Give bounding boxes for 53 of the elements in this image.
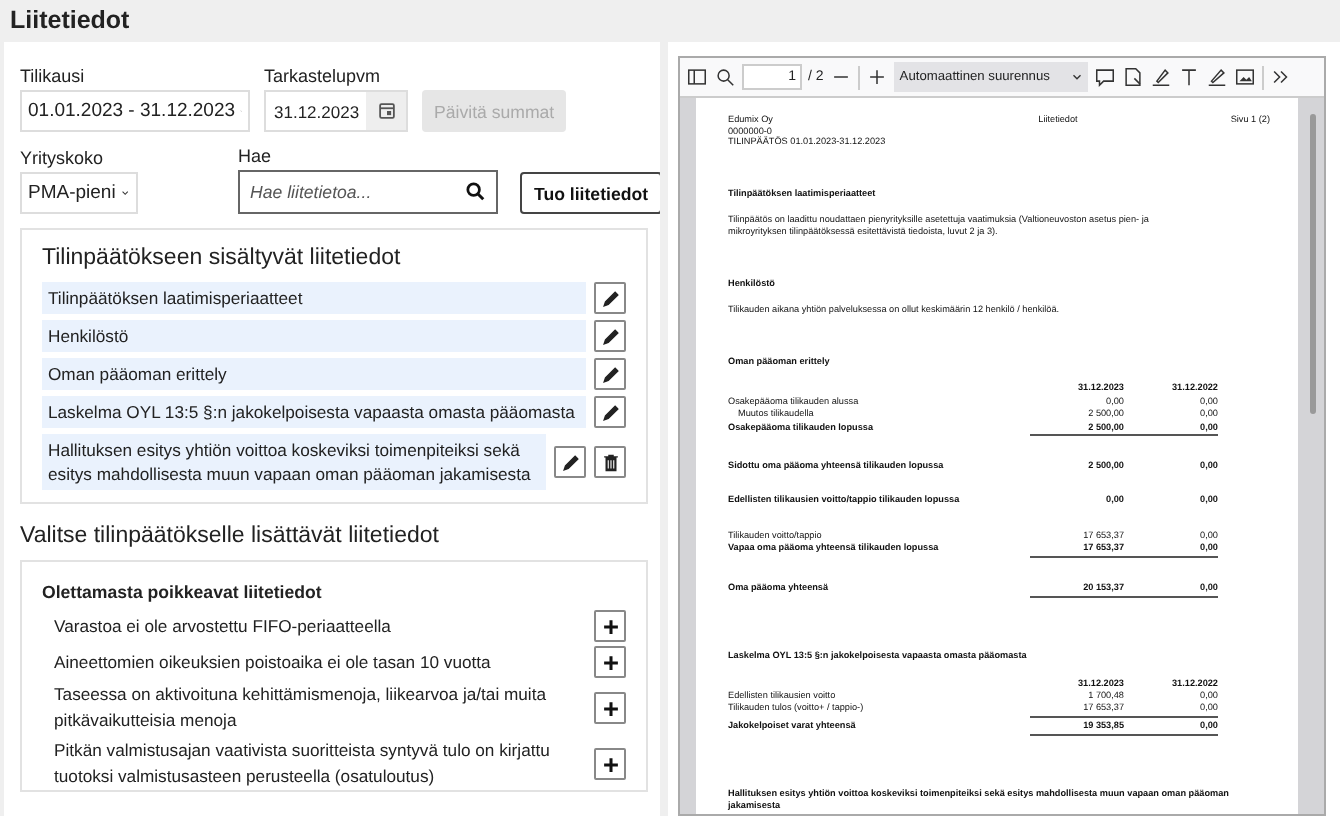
- edit-button[interactable]: [594, 320, 626, 352]
- group-title: Olettamasta poikkeavat liitetiedot: [42, 582, 324, 602]
- size-select[interactable]: PMA-pieni: [20, 172, 138, 214]
- pencil-icon: [599, 287, 621, 309]
- field-label: Tarkastelupvm: [264, 66, 383, 86]
- section-title: Tilinpäätökseen sisältyvät liitetiedot: [42, 246, 403, 270]
- pencil-icon: [559, 451, 581, 473]
- stamp-icon: [1121, 66, 1144, 88]
- comment-icon: [1093, 66, 1116, 88]
- attachment-item[interactable]: Laskelma OYL 13:5 §:n jakokelpoisesta vapaasta omasta pääomasta: [42, 396, 586, 428]
- chevrons-icon: [1269, 66, 1292, 88]
- attachment-option: Taseessa on aktivoituna kehittämismenoja, liikearvoa ja/tai muita pitkävaikutteisia menoja: [54, 682, 586, 734]
- field-label: Tilikausi: [20, 66, 87, 86]
- plus-icon: [599, 651, 621, 673]
- pencil-icon: [599, 363, 621, 385]
- add-button[interactable]: [594, 646, 626, 678]
- plus-icon: [599, 615, 621, 637]
- sidebar-icon: [686, 66, 708, 88]
- attachment-option: Aineettomien oikeuksien poistoaika ei ole tasan 10 vuotta: [54, 649, 586, 675]
- text-icon: [1177, 66, 1200, 88]
- period-select[interactable]: 01.01.2023 - 31.12.2023: [20, 90, 250, 132]
- attachment-item[interactable]: Henkilöstö: [42, 320, 586, 352]
- field-label: Hae: [238, 146, 274, 166]
- image-icon: [1233, 66, 1256, 88]
- edit-button[interactable]: [594, 358, 626, 390]
- section-title: Valitse tilinpäätökselle lisättävät liitetiedot: [20, 524, 441, 548]
- draw-icon: [1205, 66, 1228, 88]
- search-icon: [464, 180, 486, 202]
- zoom-in-icon: [865, 66, 888, 88]
- attachment-option: Varastoa ei ole arvostettu FIFO-periaatteella: [54, 613, 586, 639]
- plus-icon: [599, 753, 621, 775]
- edit-button[interactable]: [594, 396, 626, 428]
- field-label: Yrityskoko: [20, 148, 106, 168]
- pencil-icon: [599, 325, 621, 347]
- attachment-option: Pitkän valmistusajan vaativista suoritteista syntyvä tulo on kirjattu tuotoksi valmistusasteen perusteella (osatuloutus): [54, 738, 586, 790]
- add-button[interactable]: [594, 748, 626, 780]
- delete-button[interactable]: [594, 446, 626, 478]
- search-field[interactable]: Hae liitetietoa...: [238, 170, 498, 214]
- trash-icon: [599, 451, 621, 473]
- add-button[interactable]: [594, 610, 626, 642]
- attachment-item[interactable]: Tilinpäätöksen laatimisperiaatteet: [42, 282, 586, 314]
- edit-button[interactable]: [594, 282, 626, 314]
- import-button[interactable]: Tuo liitetiedot: [520, 172, 660, 214]
- page-title: Liitetiedot: [8, 4, 132, 38]
- pencil-icon: [599, 401, 621, 423]
- attachment-item[interactable]: Oman pääoman erittely: [42, 358, 586, 390]
- add-button[interactable]: [594, 692, 626, 724]
- edit-button[interactable]: [554, 446, 586, 478]
- highlight-icon: [1149, 66, 1172, 88]
- attachment-item[interactable]: Hallituksen esitys yhtiön voittoa koskeviksi toimenpiteiksi sekä esitys mahdollisesta muun vapaan oman pääoman jakamisesta: [42, 434, 546, 490]
- search-icon: [714, 66, 736, 88]
- scrollbar[interactable]: [1310, 114, 1316, 414]
- plus-icon: [599, 697, 621, 719]
